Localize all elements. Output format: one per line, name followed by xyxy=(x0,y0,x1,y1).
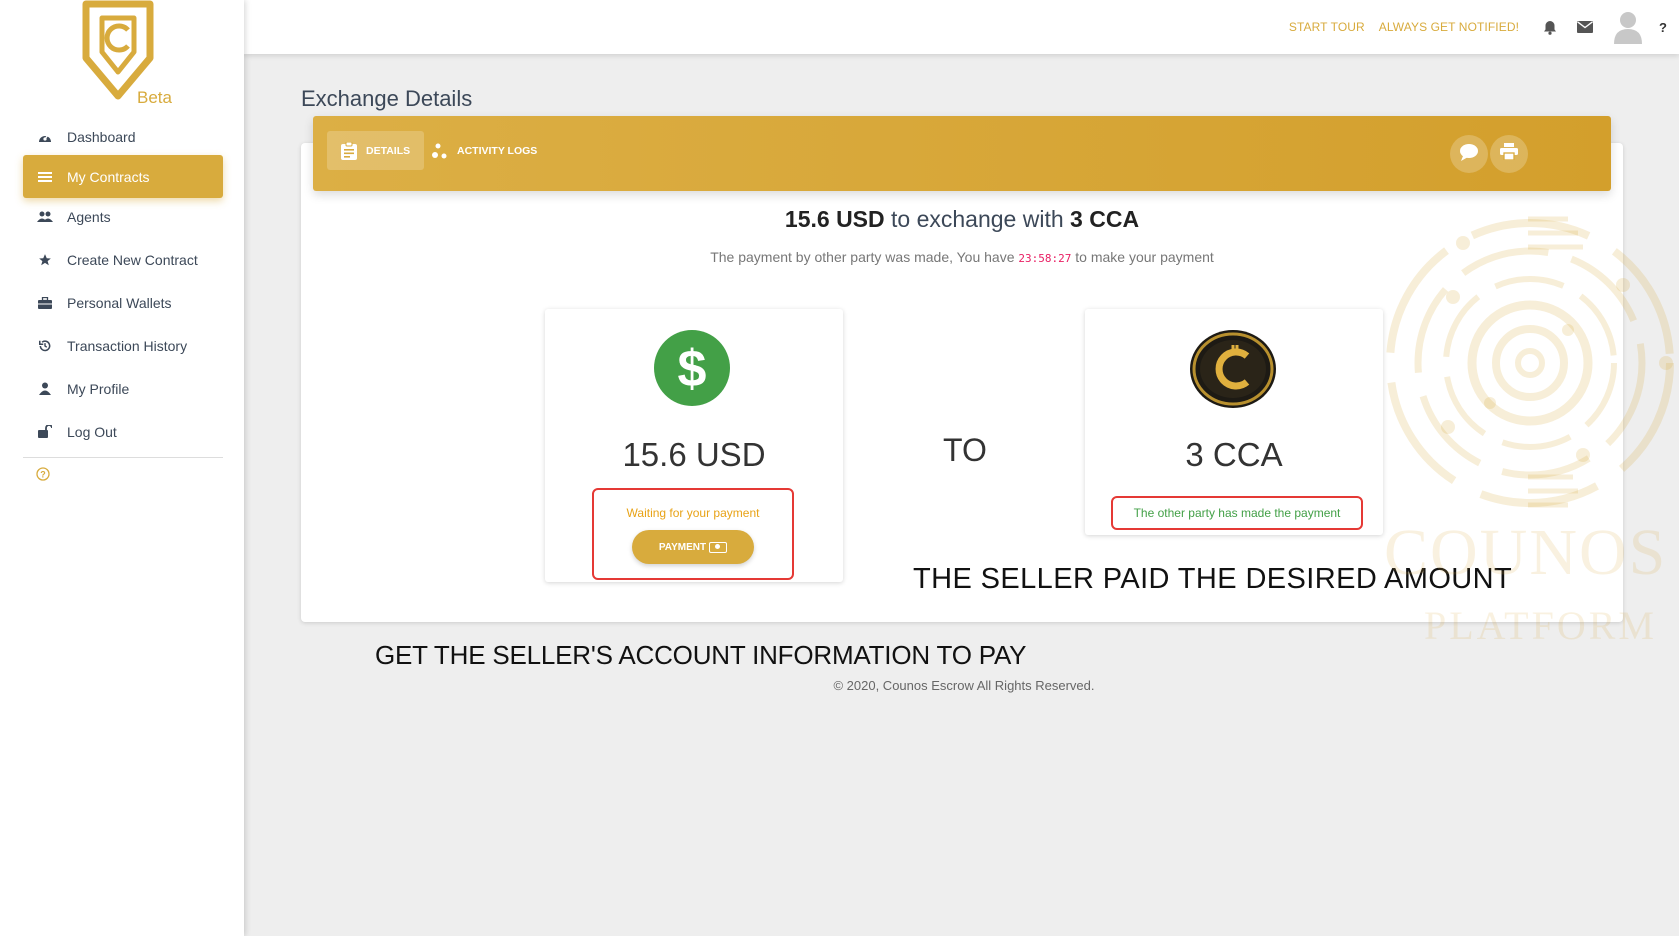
sidebar-item-my-profile[interactable]: My Profile xyxy=(23,367,223,410)
sidebar-item-label: Dashboard xyxy=(67,128,136,145)
sidebar-item-agents[interactable]: Agents xyxy=(23,195,223,238)
dashboard-icon xyxy=(37,129,53,145)
bell-icon[interactable] xyxy=(1543,20,1557,35)
avatar[interactable] xyxy=(1613,10,1643,44)
mail-icon[interactable] xyxy=(1577,21,1594,33)
help-question-button[interactable]: ? xyxy=(1659,20,1667,35)
other-party-paid-highlight: The other party has made the payment xyxy=(1111,496,1363,530)
cca-amount: 3 CCA xyxy=(1185,436,1283,473)
sidebar-item-label: Personal Wallets xyxy=(67,294,172,311)
headline-from-amount: 15.6 USD xyxy=(784,206,885,232)
exchange-headline: 15.6 USD to exchange with 3 CCA xyxy=(301,206,1623,233)
watermark-subtitle: PLATFORM xyxy=(1424,603,1657,648)
sidebar-divider xyxy=(23,457,223,458)
briefcase-icon xyxy=(37,295,53,311)
sidebar-item-label: Transaction History xyxy=(67,337,188,354)
sidebar-item-transaction-history[interactable]: Transaction History xyxy=(23,324,223,367)
sidebar-item-personal-wallets[interactable]: Personal Wallets xyxy=(23,281,223,324)
counos-logo[interactable] xyxy=(80,0,190,110)
sidebar: Beta Dashboard My Contracts Agents Creat… xyxy=(0,0,244,936)
waiting-payment-highlight: Waiting for your payment PAYMENT xyxy=(592,488,794,580)
sidebar-item-my-contracts[interactable]: My Contracts xyxy=(23,155,223,198)
other-party-paid-text: The other party has made the payment xyxy=(1133,506,1341,520)
countdown-timer: 23:58:27 xyxy=(1018,252,1072,265)
beta-label: Beta xyxy=(137,88,172,107)
bubbles-icon xyxy=(432,143,448,159)
card-header-tabs: DETAILS ACTIVITY LOGS xyxy=(313,116,1611,191)
tab-activity-logs[interactable]: ACTIVITY LOGS xyxy=(418,131,551,170)
tab-details[interactable]: DETAILS xyxy=(327,131,425,170)
sidebar-item-label: Create New Contract xyxy=(67,251,198,268)
status-text-before: The payment by other party was made, You… xyxy=(710,249,1015,265)
user-icon xyxy=(37,381,53,397)
payment-button-label: PAYMENT xyxy=(658,541,707,553)
status-text-after: to make your payment xyxy=(1075,249,1214,265)
sidebar-item-dashboard[interactable]: Dashboard xyxy=(23,115,223,158)
sidebar-item-label: Agents xyxy=(67,208,111,225)
chat-button[interactable] xyxy=(1450,135,1488,173)
sidebar-help[interactable]: ? xyxy=(23,466,223,486)
footer-copyright: © 2020, Counos Escrow All Rights Reserve… xyxy=(833,678,1095,693)
to-label: TO xyxy=(943,432,987,468)
sidebar-item-label: My Profile xyxy=(67,380,130,397)
top-navbar: START TOUR ALWAYS GET NOTIFIED! ? xyxy=(244,0,1679,54)
sidebar-item-label: My Contracts xyxy=(67,168,150,185)
cca-coin-icon xyxy=(1189,329,1277,409)
sidebar-nav: Dashboard My Contracts Agents Create New… xyxy=(23,115,223,486)
headline-middle-text: to exchange with xyxy=(891,206,1064,232)
users-icon xyxy=(37,209,53,225)
help-icon: ? xyxy=(36,466,50,486)
print-button[interactable] xyxy=(1490,135,1528,173)
payment-status-line: The payment by other party was made, You… xyxy=(301,249,1623,265)
tab-details-label: DETAILS xyxy=(366,144,411,157)
usd-amount: 15.6 USD xyxy=(622,436,766,473)
payment-button[interactable]: PAYMENT xyxy=(632,530,754,564)
watermark-title: COUNOS xyxy=(1384,516,1668,589)
chat-icon xyxy=(1459,143,1479,166)
star-icon xyxy=(37,252,53,268)
cash-icon xyxy=(709,541,728,553)
headline-to-amount: 3 CCA xyxy=(1070,206,1140,232)
clipboard-icon xyxy=(341,141,357,160)
sidebar-item-create-contract[interactable]: Create New Contract xyxy=(23,238,223,281)
svg-text:?: ? xyxy=(40,469,46,479)
tab-activity-logs-label: ACTIVITY LOGS xyxy=(457,144,538,157)
print-icon xyxy=(1500,143,1518,165)
dollar-coin-icon: $ xyxy=(654,330,730,406)
svg-text:$: $ xyxy=(678,340,707,396)
waiting-payment-text: Waiting for your payment xyxy=(626,506,760,520)
history-icon xyxy=(37,338,53,354)
list-icon xyxy=(37,169,53,185)
sidebar-item-label: Log Out xyxy=(67,423,117,440)
annotation-get-account-info: GET THE SELLER'S ACCOUNT INFORMATION TO … xyxy=(375,640,1027,670)
start-tour-link[interactable]: START TOUR xyxy=(1289,20,1365,34)
always-notified-link[interactable]: ALWAYS GET NOTIFIED! xyxy=(1379,20,1519,34)
page-title: Exchange Details xyxy=(301,86,473,111)
sidebar-item-log-out[interactable]: Log Out xyxy=(23,410,223,453)
unlock-icon xyxy=(37,424,53,440)
